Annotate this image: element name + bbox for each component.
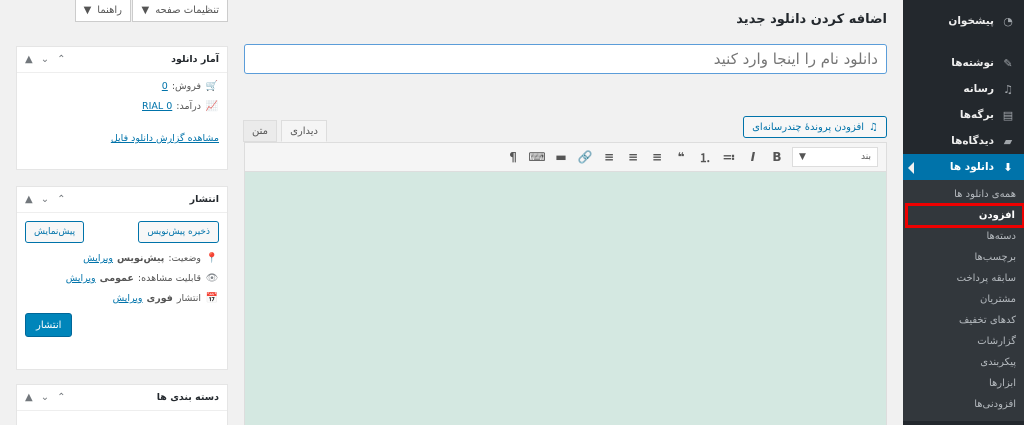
numbered-list-icon[interactable]: ⒈ <box>696 148 714 166</box>
submenu-payment-history[interactable]: سابقه پرداخت <box>903 268 1024 289</box>
dashboard-icon: ◔ <box>1003 14 1013 28</box>
chevron-up-icon[interactable]: ⌃ <box>57 54 65 65</box>
publish-time-edit-link[interactable]: ویرایش <box>113 293 143 304</box>
sidebar-item-posts[interactable]: ✎ نوشته‌ها <box>903 50 1024 76</box>
submenu-customers[interactable]: مشتریان <box>903 289 1024 310</box>
earnings-row: 📈 درآمد: RIAL 0 <box>142 101 219 112</box>
chevron-down-icon[interactable]: ⌄ <box>41 194 49 205</box>
align-left-icon[interactable]: ≡ <box>648 148 666 166</box>
sidebar-item-pages[interactable]: ▤ برگه‌ها <box>903 102 1024 128</box>
submenu-discount-codes[interactable]: کدهای تخفیف <box>903 310 1024 331</box>
screen-options-button[interactable]: تنظیمات صفحه ▼ <box>132 0 228 22</box>
preview-button[interactable]: پیش‌نمایش <box>25 221 85 243</box>
sidebar-item-dashboard[interactable]: ◔ پیشخوان <box>903 8 1024 34</box>
sidebar-item-downloads[interactable]: ⬇ دانلود ها <box>903 154 1024 180</box>
caret-down-icon: ▼ <box>141 5 150 16</box>
editor-toolbar: بند ▼ B I ≔ ⒈ ❝ ≡ ≡ ≡ 🔗 ▬ ⌨ ¶ <box>244 142 887 172</box>
chart-icon: 📈 <box>205 101 219 112</box>
submenu-all-downloads[interactable]: همه‌ی دانلود ها <box>903 184 1024 205</box>
bold-icon[interactable]: B <box>768 148 786 166</box>
publish-box-title: انتشار <box>189 194 219 205</box>
categories-box-title: دسته بندی ها <box>156 392 219 403</box>
arrow-up-icon[interactable]: ▲ <box>25 54 33 65</box>
chevron-up-icon[interactable]: ⌃ <box>57 194 65 205</box>
media-icon: ♫ <box>1003 82 1013 96</box>
comments-icon: ▰ <box>1003 134 1013 148</box>
caret-down-icon: ▼ <box>799 152 806 162</box>
submenu-reports[interactable]: گزارشات <box>903 331 1024 352</box>
read-more-icon[interactable]: ▬ <box>552 148 570 166</box>
visibility-row: 👁 قابلیت مشاهده: عمومی ویرایش <box>65 273 219 284</box>
chevron-down-icon[interactable]: ⌄ <box>41 392 49 403</box>
italic-icon[interactable]: I <box>744 148 762 166</box>
caret-down-icon: ▼ <box>83 5 92 16</box>
submenu-tools[interactable]: ابزارها <box>903 373 1024 394</box>
download-title-input[interactable] <box>244 44 887 74</box>
pages-icon: ▤ <box>1002 108 1014 122</box>
submenu-categories[interactable]: دسته‌ها <box>903 226 1024 247</box>
save-draft-button[interactable]: ذخیره پیش‌نویس <box>138 221 219 243</box>
chevron-down-icon[interactable]: ⌄ <box>41 54 49 65</box>
add-media-button[interactable]: ♫ افزودن پروندهٔ چندرسانه‌ای <box>743 116 887 138</box>
blockquote-icon[interactable]: ❝ <box>672 148 690 166</box>
publish-button[interactable]: انتشار <box>25 313 73 337</box>
media-icon: ♫ <box>869 121 878 133</box>
link-icon[interactable]: 🔗 <box>576 148 594 166</box>
rtl-icon[interactable]: ¶ <box>504 148 522 166</box>
earnings-link[interactable]: RIAL 0 <box>142 101 172 112</box>
sales-link[interactable]: 0 <box>162 81 168 92</box>
submenu-add-new[interactable]: افزودن <box>905 203 1024 228</box>
publish-box: انتشار ▲ ⌄ ⌃ ذخیره پیش‌نویس پیش‌نمایش 📍 وضع… <box>16 186 228 370</box>
downloads-submenu: همه‌ی دانلود ها افزودن دسته‌ها برچسب‌ها … <box>903 180 1024 421</box>
eye-icon: 👁 <box>205 273 219 284</box>
box-controls: ▲ ⌄ ⌃ <box>25 54 65 65</box>
help-button[interactable]: راهنما ▼ <box>74 0 131 22</box>
tab-text[interactable]: متن <box>243 120 277 142</box>
format-select[interactable]: بند ▼ <box>792 147 878 167</box>
arrow-up-icon[interactable]: ▲ <box>25 194 33 205</box>
chevron-up-icon[interactable]: ⌃ <box>57 392 65 403</box>
cart-icon: 🛒 <box>205 81 219 92</box>
visibility-edit-link[interactable]: ویرایش <box>66 273 96 284</box>
tab-visual[interactable]: دیداری <box>281 120 327 142</box>
box-controls: ▲ ⌄ ⌃ <box>25 392 65 403</box>
box-controls: ▲ ⌄ ⌃ <box>25 194 65 205</box>
sidebar-item-media[interactable]: ♫ رسانه <box>903 76 1024 102</box>
submenu-addons[interactable]: افزودنی‌ها <box>903 394 1024 415</box>
keyboard-icon[interactable]: ⌨ <box>528 148 546 166</box>
align-center-icon[interactable]: ≡ <box>624 148 642 166</box>
pin-icon: 📍 <box>205 253 219 264</box>
sidebar-item-comments[interactable]: ▰ دیدگاه‌ها <box>903 128 1024 154</box>
publish-time-row: 📅 انتشار فوری ویرایش <box>112 293 219 304</box>
page-title: اضافه کردن دانلود جدید <box>736 12 887 27</box>
download-icon: ⬇ <box>1003 160 1013 174</box>
stats-box-title: آمار دانلود <box>171 54 219 65</box>
submenu-settings[interactable]: پیکربندی <box>903 352 1024 373</box>
editor-content-area[interactable] <box>244 172 887 425</box>
admin-sidebar: ◔ پیشخوان ✎ نوشته‌ها ♫ رسانه ▤ برگه‌ها ▰ دیدگ… <box>903 0 1024 425</box>
sales-row: 🛒 فروش: 0 <box>161 81 219 92</box>
download-stats-box: آمار دانلود ▲ ⌄ ⌃ 🛒 فروش: 0 📈 درآمد: RIAL 0 مش… <box>16 46 228 170</box>
align-right-icon[interactable]: ≡ <box>600 148 618 166</box>
status-row: 📍 وضعیت: پیش‌نویس ویرایش <box>83 253 219 264</box>
pin-icon: ✎ <box>1003 56 1013 70</box>
arrow-up-icon[interactable]: ▲ <box>25 392 33 403</box>
submenu-tags[interactable]: برچسب‌ها <box>903 247 1024 268</box>
download-report-link[interactable]: مشاهده گزارش دانلود فایل <box>111 133 219 144</box>
status-edit-link[interactable]: ویرایش <box>83 253 113 264</box>
categories-box: دسته بندی ها ▲ ⌄ ⌃ <box>16 384 228 425</box>
bullet-list-icon[interactable]: ≔ <box>720 148 738 166</box>
calendar-icon: 📅 <box>205 293 219 304</box>
main-content: تنظیمات صفحه ▼ راهنما ▼ اضافه کردن دانلود … <box>0 0 889 425</box>
